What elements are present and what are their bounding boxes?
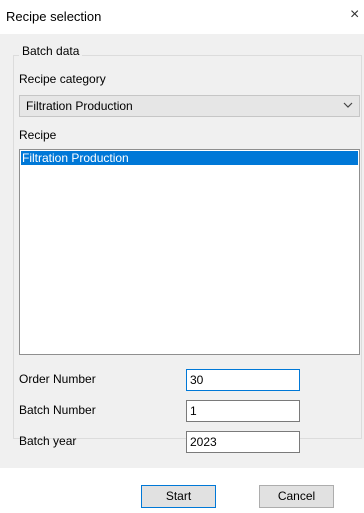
recipe-label: Recipe (19, 128, 57, 142)
recipe-category-value: Filtration Production (26, 99, 133, 113)
recipe-selection-dialog: Recipe selection × Batch data Recipe cat… (0, 0, 364, 513)
chevron-down-icon (343, 102, 353, 108)
recipe-list[interactable]: Filtration Production (19, 149, 360, 355)
close-icon[interactable]: × (350, 5, 364, 25)
order-number-input[interactable]: 30 (186, 369, 300, 391)
list-item[interactable]: Filtration Production (21, 151, 358, 165)
batch-year-label: Batch year (19, 434, 77, 448)
recipe-category-label: Recipe category (19, 72, 106, 86)
batch-number-input[interactable]: 1 (186, 400, 300, 422)
batch-year-input[interactable]: 2023 (186, 431, 300, 453)
dialog-title: Recipe selection (6, 9, 102, 24)
order-number-label: Order Number (19, 372, 96, 386)
batch-number-label: Batch Number (19, 403, 96, 417)
start-button[interactable]: Start (141, 485, 216, 508)
recipe-category-select[interactable]: Filtration Production (19, 95, 360, 117)
group-legend: Batch data (19, 44, 83, 58)
cancel-button[interactable]: Cancel (259, 485, 334, 508)
